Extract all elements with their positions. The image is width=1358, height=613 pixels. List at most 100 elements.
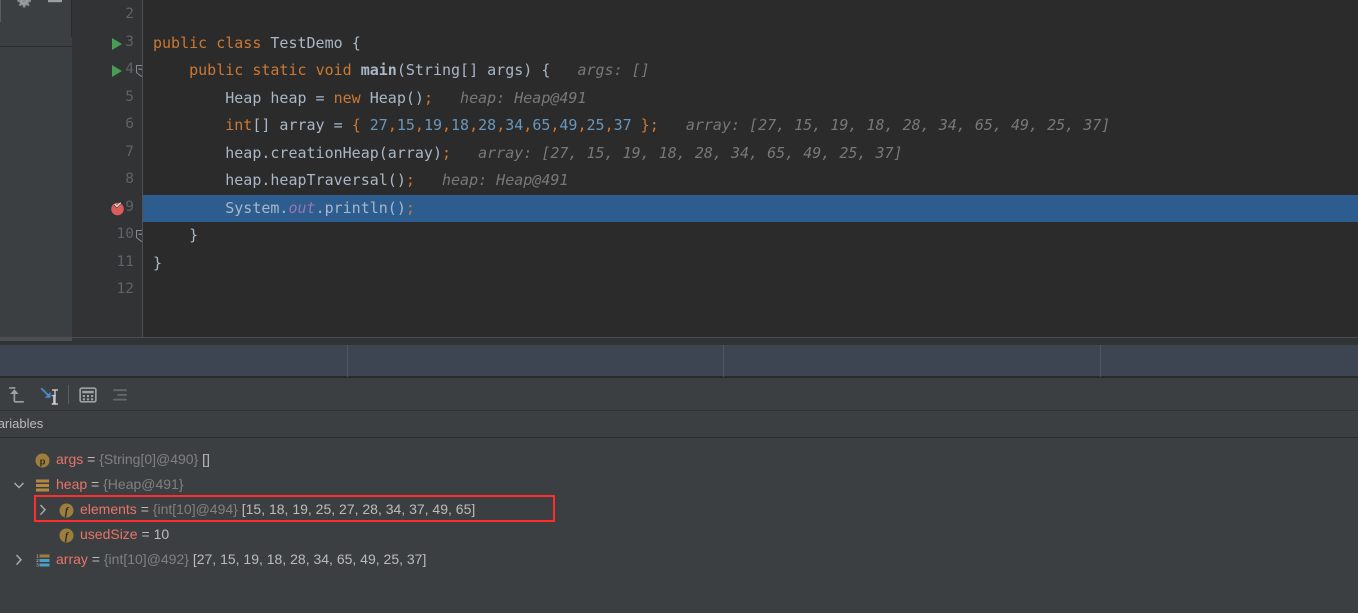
line-number: 4: [125, 61, 134, 77]
variable-row[interactable]: f usedSize = 10: [0, 523, 1358, 548]
code-token: ,: [496, 116, 506, 134]
code-line[interactable]: heap.creationHeap(array); array: [27, 15…: [143, 140, 1358, 168]
band-top-line: [0, 337, 1358, 338]
code-token: 27: [360, 116, 388, 134]
editor-bottom-band: [0, 337, 1358, 345]
svg-text:3: 3: [36, 562, 39, 567]
array-icon: 123: [36, 553, 50, 567]
line-number: 2: [125, 6, 134, 22]
inlay-hint: args: []: [550, 61, 650, 79]
variables-header-label: Variables: [0, 416, 44, 431]
code-line[interactable]: [143, 277, 1358, 305]
code-line[interactable]: int[] array = { 27,15,19,18,28,34,65,49,…: [143, 112, 1358, 140]
gutter-line[interactable]: 3: [72, 30, 142, 58]
variable-name: array: [56, 551, 88, 567]
code-line-text: }: [153, 222, 198, 250]
gutter-line[interactable]: 11: [72, 250, 142, 278]
variable-row[interactable]: f elements = {int[10]@494} [15, 18, 19, 2…: [0, 498, 1358, 523]
code-token: 28: [478, 116, 497, 134]
line-number: 12: [116, 281, 134, 297]
code-token: void: [315, 61, 361, 79]
code-token: 15: [396, 116, 415, 134]
code-text-area[interactable]: public class TestDemo { public static vo…: [143, 0, 1358, 337]
variable-row[interactable]: p args = {String[0]@490} []: [0, 448, 1358, 473]
variable-value: [27, 15, 19, 18, 28, 34, 65, 49, 25, 37]: [188, 551, 427, 567]
code-token: 65: [532, 116, 551, 134]
step-out-icon[interactable]: [6, 384, 28, 406]
stub-edge-divider: [0, 0, 1, 22]
variable-row[interactable]: 1 2 3 array = {int[10]@492} [27, 15, 19, 18…: [0, 548, 1358, 573]
variable-value: 10: [153, 526, 170, 542]
code-line[interactable]: }: [143, 250, 1358, 278]
chevron-right-icon[interactable]: [36, 502, 50, 518]
code-token: new: [333, 88, 370, 107]
variable-text: elements = {int[10]@494} [15, 18, 19, 25…: [80, 501, 475, 517]
code-token: ;: [649, 116, 659, 134]
gutter-line[interactable]: 10: [72, 222, 147, 250]
line-number: 7: [125, 143, 134, 160]
code-token: ;: [405, 198, 415, 217]
gutter-line[interactable]: 6: [72, 112, 142, 140]
editor-gutter[interactable]: 2 3 4 5 6 7 8 9 10 11 12: [72, 0, 147, 337]
chevron-down-icon[interactable]: [12, 477, 26, 493]
code-line-text: }: [153, 250, 162, 278]
line-number: 5: [125, 88, 134, 105]
variable-equals: =: [136, 501, 153, 517]
code-line[interactable]: public static void main(String[] args) {…: [143, 57, 1358, 85]
code-token: Heap: [369, 88, 406, 107]
run-triangle-icon[interactable]: [112, 65, 122, 77]
gutter-line[interactable]: 5: [72, 85, 142, 113]
gutter-line[interactable]: 12: [72, 277, 142, 305]
code-line-current[interactable]: System.out.println();: [143, 194, 1358, 222]
chevron-right-icon[interactable]: [12, 552, 26, 568]
minimize-icon[interactable]: [46, 0, 64, 6]
gutter-line[interactable]: 7: [72, 140, 142, 168]
code-token: out: [288, 198, 316, 217]
variable-type: {Heap@491}: [103, 476, 184, 492]
variable-text: usedSize = 10: [80, 526, 169, 542]
debug-toolbar[interactable]: [0, 378, 1358, 411]
evaluate-expression-icon[interactable]: [77, 384, 99, 406]
variable-name: elements: [80, 501, 137, 517]
gutter-line[interactable]: 9: [72, 195, 142, 223]
run-triangle-icon[interactable]: [112, 37, 122, 50]
code-token: 49: [559, 116, 578, 134]
code-token: ,: [577, 116, 587, 134]
code-token: 19: [423, 116, 442, 134]
code-token: heap.creationHeap(array): [153, 143, 442, 162]
inlay-hint: array: [27, 15, 19, 18, 28, 34, 65, 49, …: [451, 143, 903, 162]
parameter-icon: p: [35, 453, 50, 468]
code-token: ;: [405, 171, 415, 189]
code-line[interactable]: heap.heapTraversal(); heap: Heap@491: [143, 167, 1358, 195]
gutter-line[interactable]: 4: [72, 57, 147, 85]
code-token: public: [153, 61, 253, 79]
code-token: 34: [505, 116, 524, 134]
gutter-line[interactable]: 8: [72, 167, 142, 195]
gutter-line[interactable]: 2: [72, 2, 142, 30]
breakpoint-verified-icon[interactable]: [110, 201, 125, 216]
variables-tree[interactable]: p args = {String[0]@490} [] heap = {Heap@4…: [0, 438, 1358, 613]
variable-row[interactable]: heap = {Heap@491}: [0, 473, 1358, 498]
code-line[interactable]: Heap heap = new Heap(); heap: Heap@491: [143, 85, 1358, 113]
tabband-divider: [347, 345, 348, 377]
code-line[interactable]: }: [143, 222, 1358, 250]
toolwindow-header-stub: [0, 0, 72, 37]
code-token: TestDemo: [270, 33, 352, 52]
debug-frames-tabband[interactable]: [0, 345, 1358, 377]
gear-icon[interactable]: [14, 0, 34, 11]
inlay-hint: array: [27, 15, 19, 18, 28, 34, 65, 49, …: [658, 116, 1111, 134]
code-line[interactable]: public class TestDemo {: [143, 30, 1358, 58]
code-line-text: int[] array = { 27,15,19,18,28,34,65,49,…: [153, 112, 1110, 140]
variable-text: args = {String[0]@490} []: [56, 451, 210, 467]
code-line[interactable]: [143, 2, 1358, 30]
settings-lines-icon: [113, 389, 127, 401]
code-token: int: [225, 116, 253, 134]
code-editor[interactable]: 2 3 4 5 6 7 8 9 10 11 12 public class TestDemo { p…: [72, 0, 1358, 337]
variable-name: args: [56, 451, 84, 467]
code-token: ,: [469, 116, 479, 134]
code-token: {: [351, 33, 361, 52]
code-line-text: heap.creationHeap(array); array: [27, 15…: [153, 140, 903, 168]
code-token: ,: [523, 116, 533, 134]
variable-name: heap: [56, 476, 88, 492]
